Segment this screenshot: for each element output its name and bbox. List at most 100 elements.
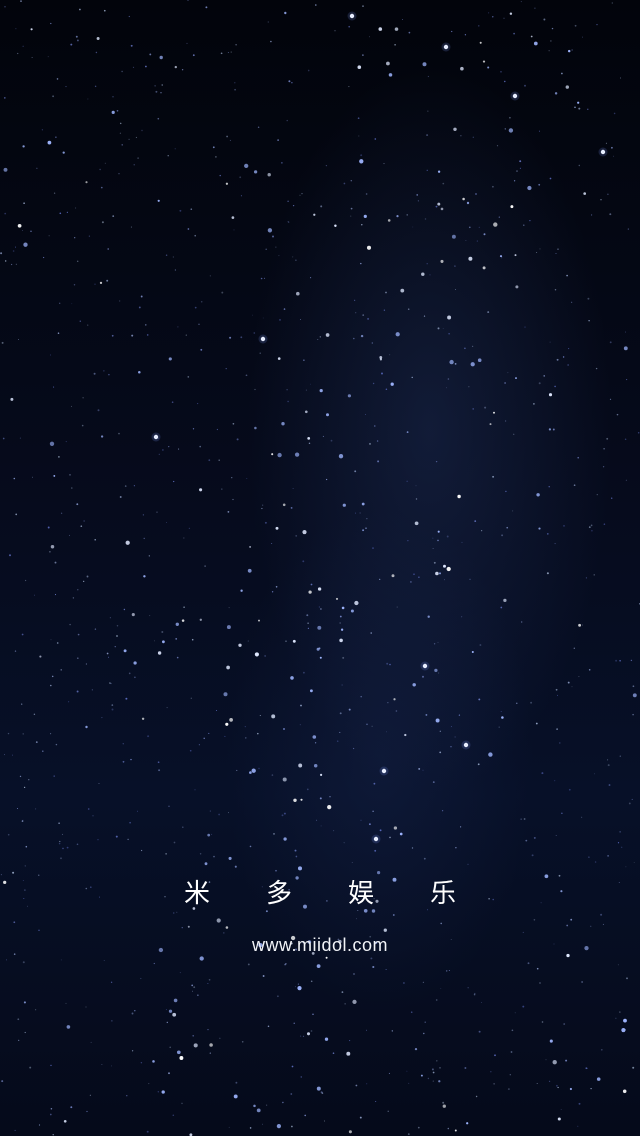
star <box>253 170 258 174</box>
star <box>459 826 462 828</box>
star <box>58 822 60 824</box>
star <box>161 84 163 86</box>
star <box>374 425 376 427</box>
star <box>394 43 396 46</box>
star <box>88 235 90 237</box>
star <box>472 408 475 410</box>
star <box>310 980 313 983</box>
star <box>508 128 514 133</box>
star <box>515 285 519 289</box>
star <box>241 1040 244 1043</box>
star <box>625 479 627 481</box>
star <box>75 207 77 209</box>
star <box>111 1020 113 1022</box>
star <box>499 255 503 258</box>
star <box>282 1101 284 1104</box>
star <box>350 207 353 210</box>
star <box>354 600 359 606</box>
star <box>595 367 598 370</box>
star <box>300 798 303 801</box>
star <box>298 763 303 768</box>
star <box>602 923 604 925</box>
star <box>14 650 17 652</box>
star <box>319 388 323 393</box>
star <box>297 985 302 991</box>
star <box>156 511 158 513</box>
star <box>100 435 104 438</box>
star <box>524 326 526 328</box>
star <box>617 842 620 844</box>
star <box>568 348 570 350</box>
star <box>282 503 286 507</box>
star <box>437 202 441 206</box>
star <box>442 327 444 329</box>
star <box>513 32 515 35</box>
star <box>373 836 379 842</box>
star <box>609 341 612 344</box>
star <box>533 836 536 839</box>
star <box>101 717 103 719</box>
star <box>555 253 557 255</box>
star <box>85 181 88 184</box>
star <box>391 1030 393 1032</box>
star <box>554 385 556 388</box>
star <box>277 995 279 998</box>
star <box>425 713 428 716</box>
star <box>445 970 448 972</box>
star <box>569 1087 573 1091</box>
star <box>50 1107 53 1110</box>
star <box>538 130 541 132</box>
star <box>199 618 202 621</box>
star <box>396 215 399 218</box>
star <box>62 151 65 154</box>
star <box>300 319 301 321</box>
star <box>42 750 44 752</box>
star <box>219 174 221 177</box>
star <box>352 337 355 340</box>
star <box>89 1094 91 1096</box>
star <box>20 0 22 3</box>
star <box>557 248 559 250</box>
star <box>487 66 490 69</box>
star <box>493 411 495 414</box>
star <box>111 704 114 706</box>
star <box>536 967 539 970</box>
star <box>483 233 486 236</box>
star <box>119 300 121 302</box>
star <box>387 702 389 704</box>
star <box>374 849 377 852</box>
star <box>566 924 569 927</box>
star <box>395 332 400 337</box>
star <box>172 1012 177 1017</box>
star <box>478 226 480 228</box>
star <box>87 324 89 326</box>
star <box>21 230 23 231</box>
star <box>207 1028 209 1031</box>
star <box>479 644 482 646</box>
star <box>469 578 471 580</box>
star <box>317 625 322 630</box>
star <box>23 242 28 247</box>
star <box>609 213 612 216</box>
star <box>359 1116 362 1119</box>
star <box>454 363 457 365</box>
star <box>111 1065 112 1067</box>
star <box>59 840 61 843</box>
star <box>306 1032 311 1036</box>
star <box>50 1064 52 1067</box>
star <box>555 688 558 691</box>
star <box>593 773 595 775</box>
star <box>324 1037 329 1041</box>
star <box>568 788 571 791</box>
star <box>481 530 483 532</box>
star <box>266 1104 268 1106</box>
star <box>302 1035 305 1037</box>
star <box>509 12 513 15</box>
star <box>55 136 57 138</box>
star <box>308 590 312 594</box>
star <box>300 704 302 707</box>
star <box>533 919 536 921</box>
star <box>319 797 322 800</box>
star <box>147 735 150 738</box>
star <box>423 1032 425 1035</box>
